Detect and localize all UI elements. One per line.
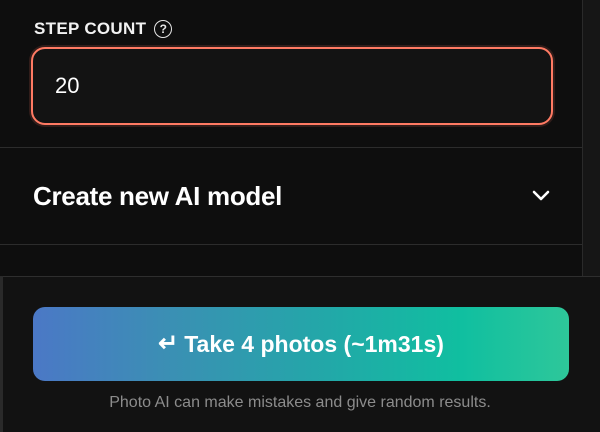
create-model-accordion[interactable]: Create new AI model [0,148,582,244]
step-count-label: STEP COUNT [34,19,147,38]
step-count-input[interactable] [31,47,553,125]
disclaimer-text: Photo AI can make mistakes and give rand… [109,394,491,411]
take-photos-label: Take 4 photos (~1m31s) [184,330,444,357]
take-photos-button[interactable]: ↵ Take 4 photos (~1m31s) [33,307,569,381]
return-arrow-icon: ↵ [158,330,179,357]
step-count-label-row: STEP COUNT ? [34,19,173,39]
section-divider [0,244,582,245]
scrollbar-track[interactable] [582,0,600,276]
help-circle-icon[interactable]: ? [154,20,173,38]
chevron-down-icon [530,185,552,207]
accordion-title: Create new AI model [33,180,283,211]
